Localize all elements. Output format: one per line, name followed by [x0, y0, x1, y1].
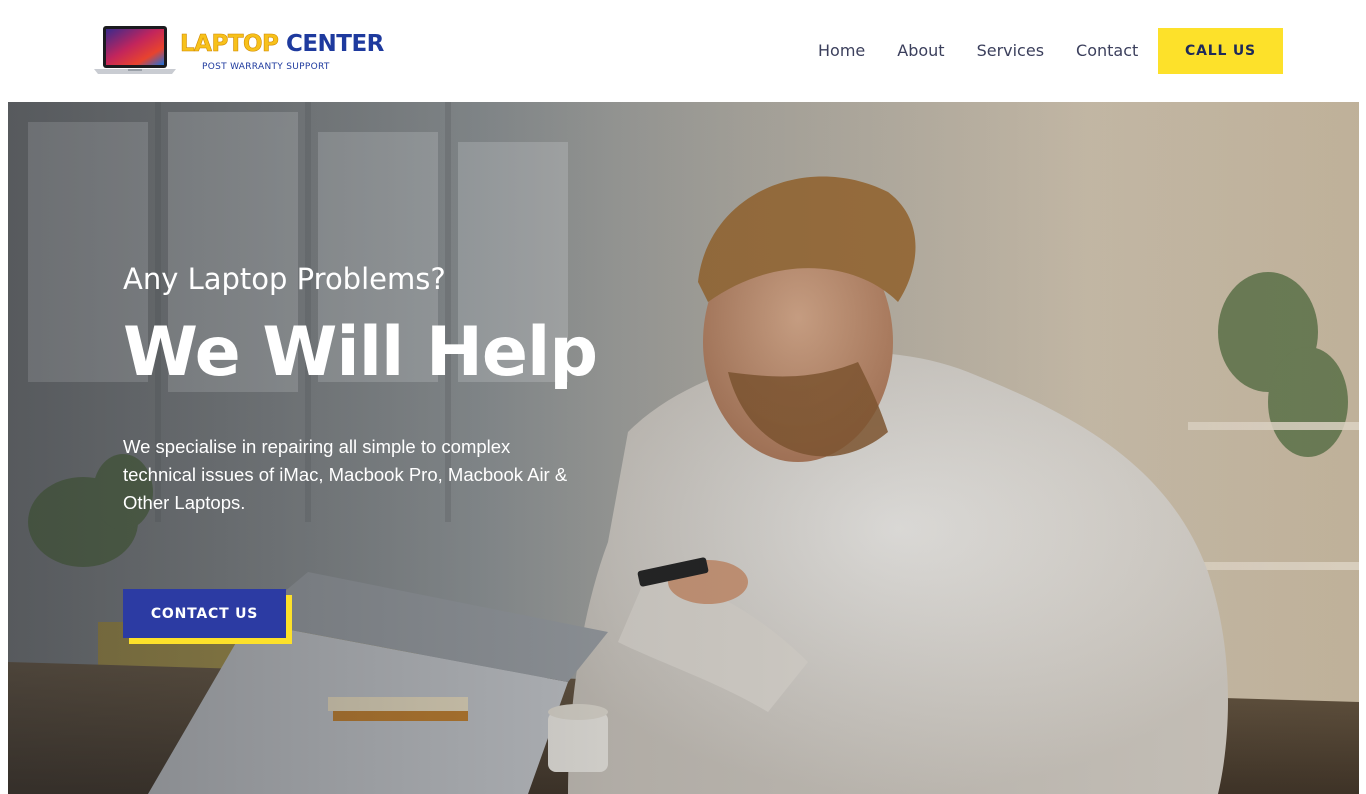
hero-title: We Will Help [123, 312, 598, 392]
main-nav: Home About Services Contact [818, 40, 1138, 62]
contact-us-button[interactable]: CONTACT US [123, 589, 286, 638]
logo[interactable]: LAPTOP CENTER POST WARRANTY SUPPORT [94, 22, 384, 78]
call-us-button[interactable]: CALL US [1158, 28, 1283, 74]
logo-title-part2: CENTER [285, 31, 384, 57]
nav-item-home[interactable]: Home [818, 40, 865, 62]
hero-content: Any Laptop Problems? We Will Help We spe… [123, 262, 598, 517]
site-header: LAPTOP CENTER POST WARRANTY SUPPORT Home… [0, 0, 1366, 102]
nav-item-contact[interactable]: Contact [1076, 40, 1138, 62]
hero-description: We specialise in repairing all simple to… [123, 435, 568, 513]
nav-item-about[interactable]: About [897, 40, 944, 62]
laptop-logo-icon [94, 26, 176, 74]
hero-section: Any Laptop Problems? We Will Help We spe… [8, 102, 1359, 794]
contact-us-cta: CONTACT US [123, 589, 298, 647]
hero-kicker: Any Laptop Problems? [123, 262, 446, 296]
logo-subtitle: POST WARRANTY SUPPORT [202, 62, 330, 72]
logo-title-part1: LAPTOP [180, 31, 280, 57]
logo-title: LAPTOP CENTER [180, 31, 385, 57]
nav-item-services[interactable]: Services [977, 40, 1044, 62]
